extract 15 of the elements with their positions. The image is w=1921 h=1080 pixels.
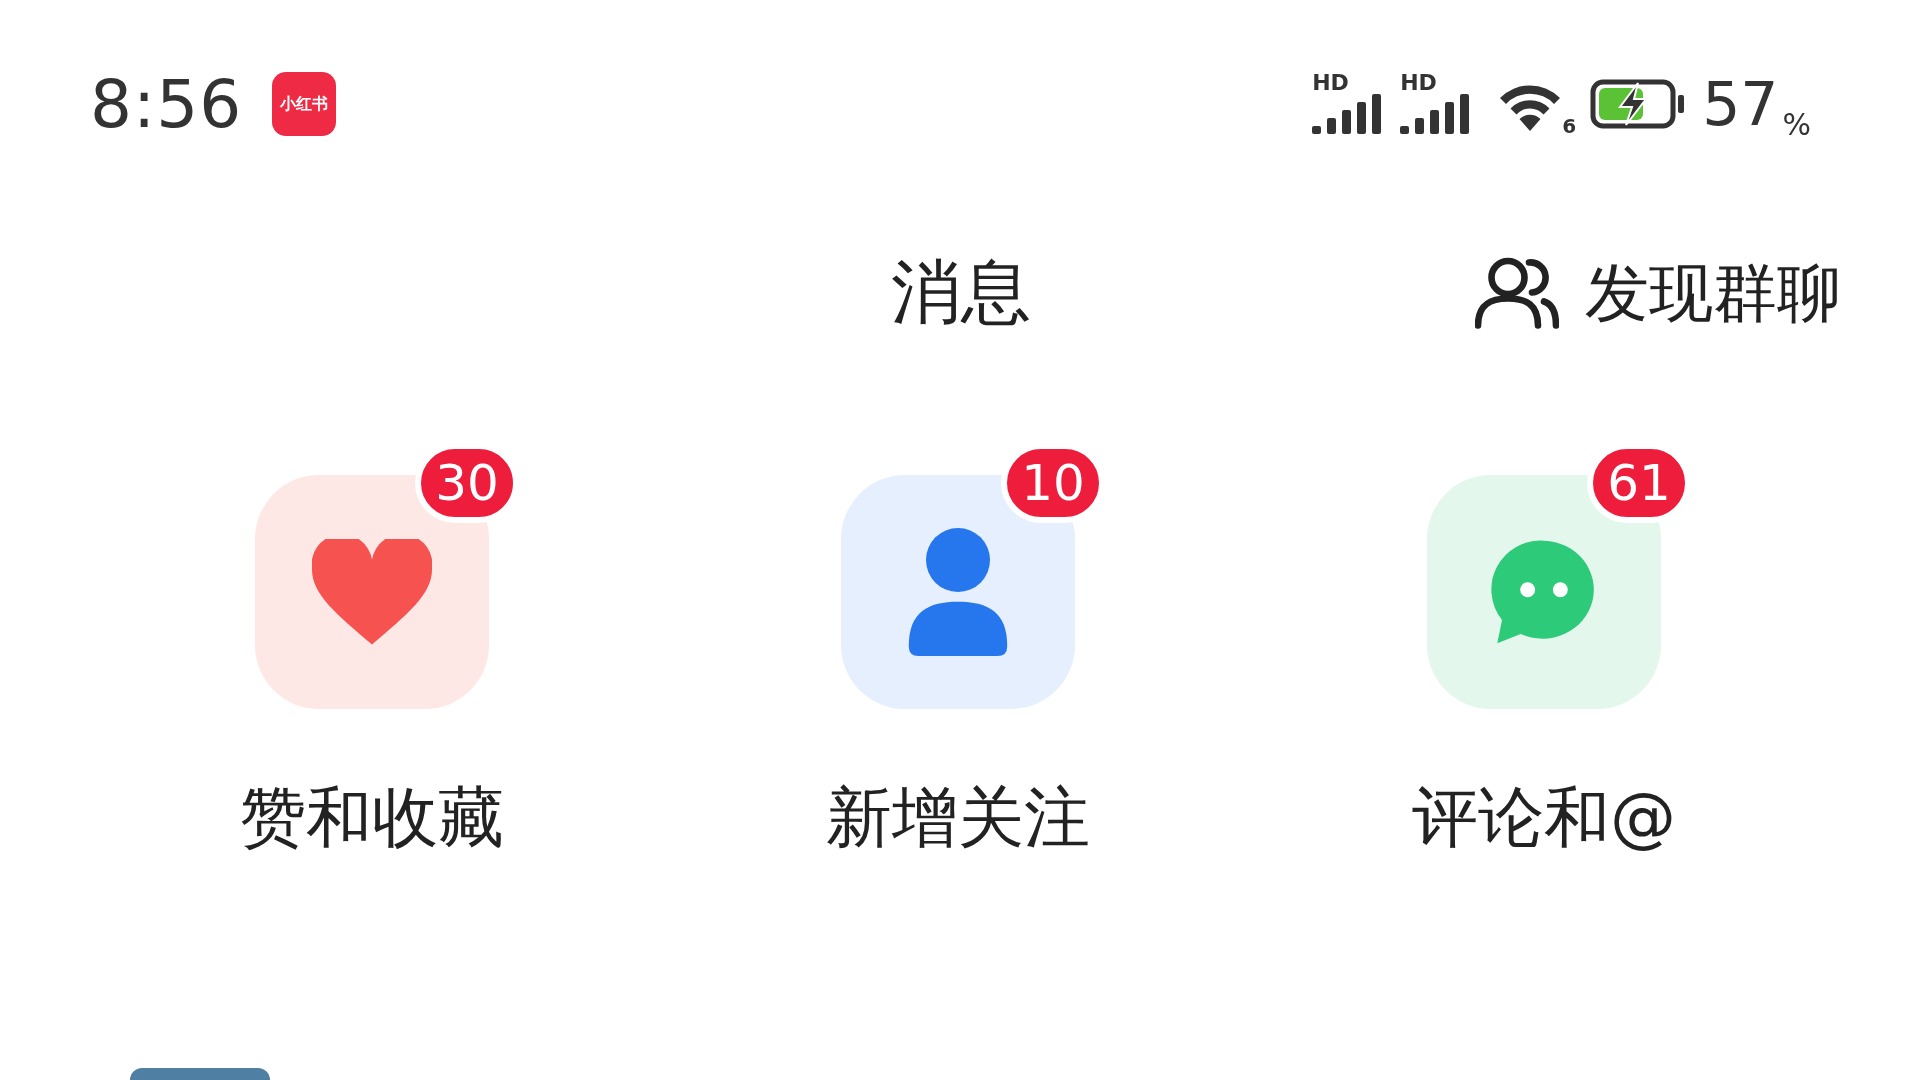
people-icon (1475, 255, 1559, 330)
network-type-label: HD (1400, 70, 1437, 95)
clock-time: 8:56 (90, 65, 243, 143)
battery-percentage: 57 (1702, 69, 1779, 139)
network-type-label: HD (1312, 70, 1349, 95)
app-notification-icon: 小红书 (272, 72, 337, 136)
category-label: 评论和@ (1412, 778, 1676, 858)
category-label: 新增关注 (826, 778, 1090, 858)
discover-groups-button[interactable]: 发现群聊 (1475, 249, 1841, 336)
percent-sign: % (1782, 107, 1811, 142)
person-icon (908, 528, 1008, 656)
page-title: 消息 (890, 249, 1031, 335)
category-label: 赞和收藏 (240, 778, 504, 858)
heart-icon (312, 539, 432, 645)
wifi-generation-label: 6 (1562, 114, 1577, 138)
